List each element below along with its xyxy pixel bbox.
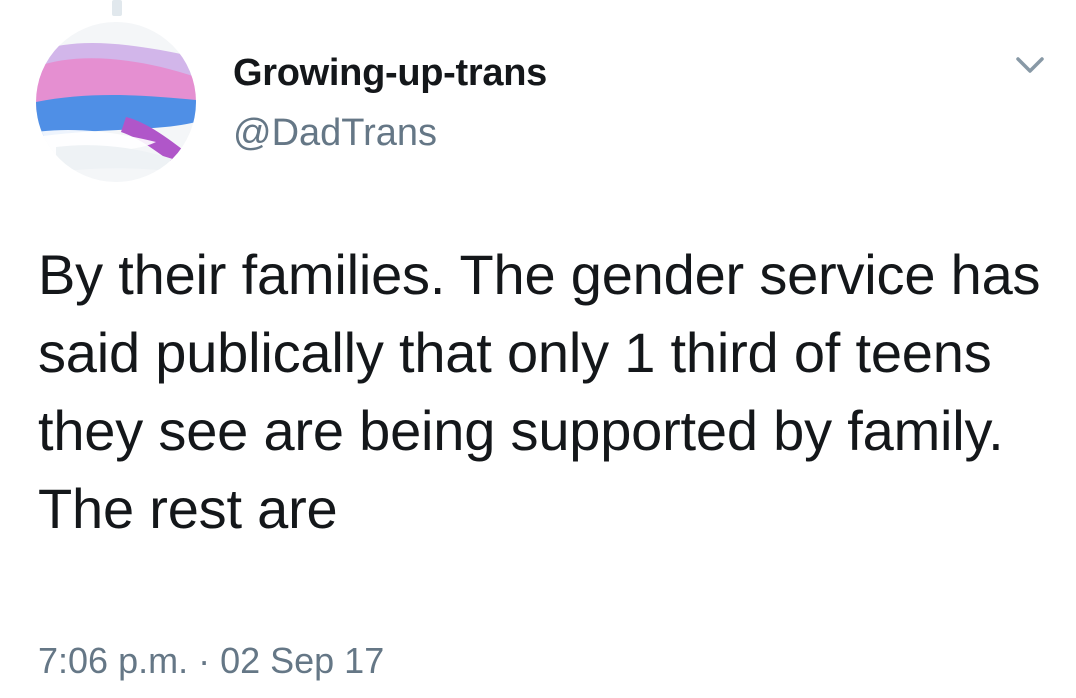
tweet-card: Growing-up-trans @DadTrans By their fami… <box>0 0 1076 698</box>
trans-flag-avatar-icon <box>36 22 196 182</box>
display-name[interactable]: Growing-up-trans <box>233 52 547 95</box>
tweet-text: By their families. The gender service ha… <box>38 243 1041 540</box>
thread-connector-line <box>112 0 122 16</box>
tweet-timestamp[interactable]: 7:06 p.m. · 02 Sep 17 <box>38 640 384 682</box>
user-handle[interactable]: @DadTrans <box>233 112 437 155</box>
chevron-down-icon[interactable] <box>1010 50 1050 80</box>
avatar[interactable] <box>36 22 196 182</box>
